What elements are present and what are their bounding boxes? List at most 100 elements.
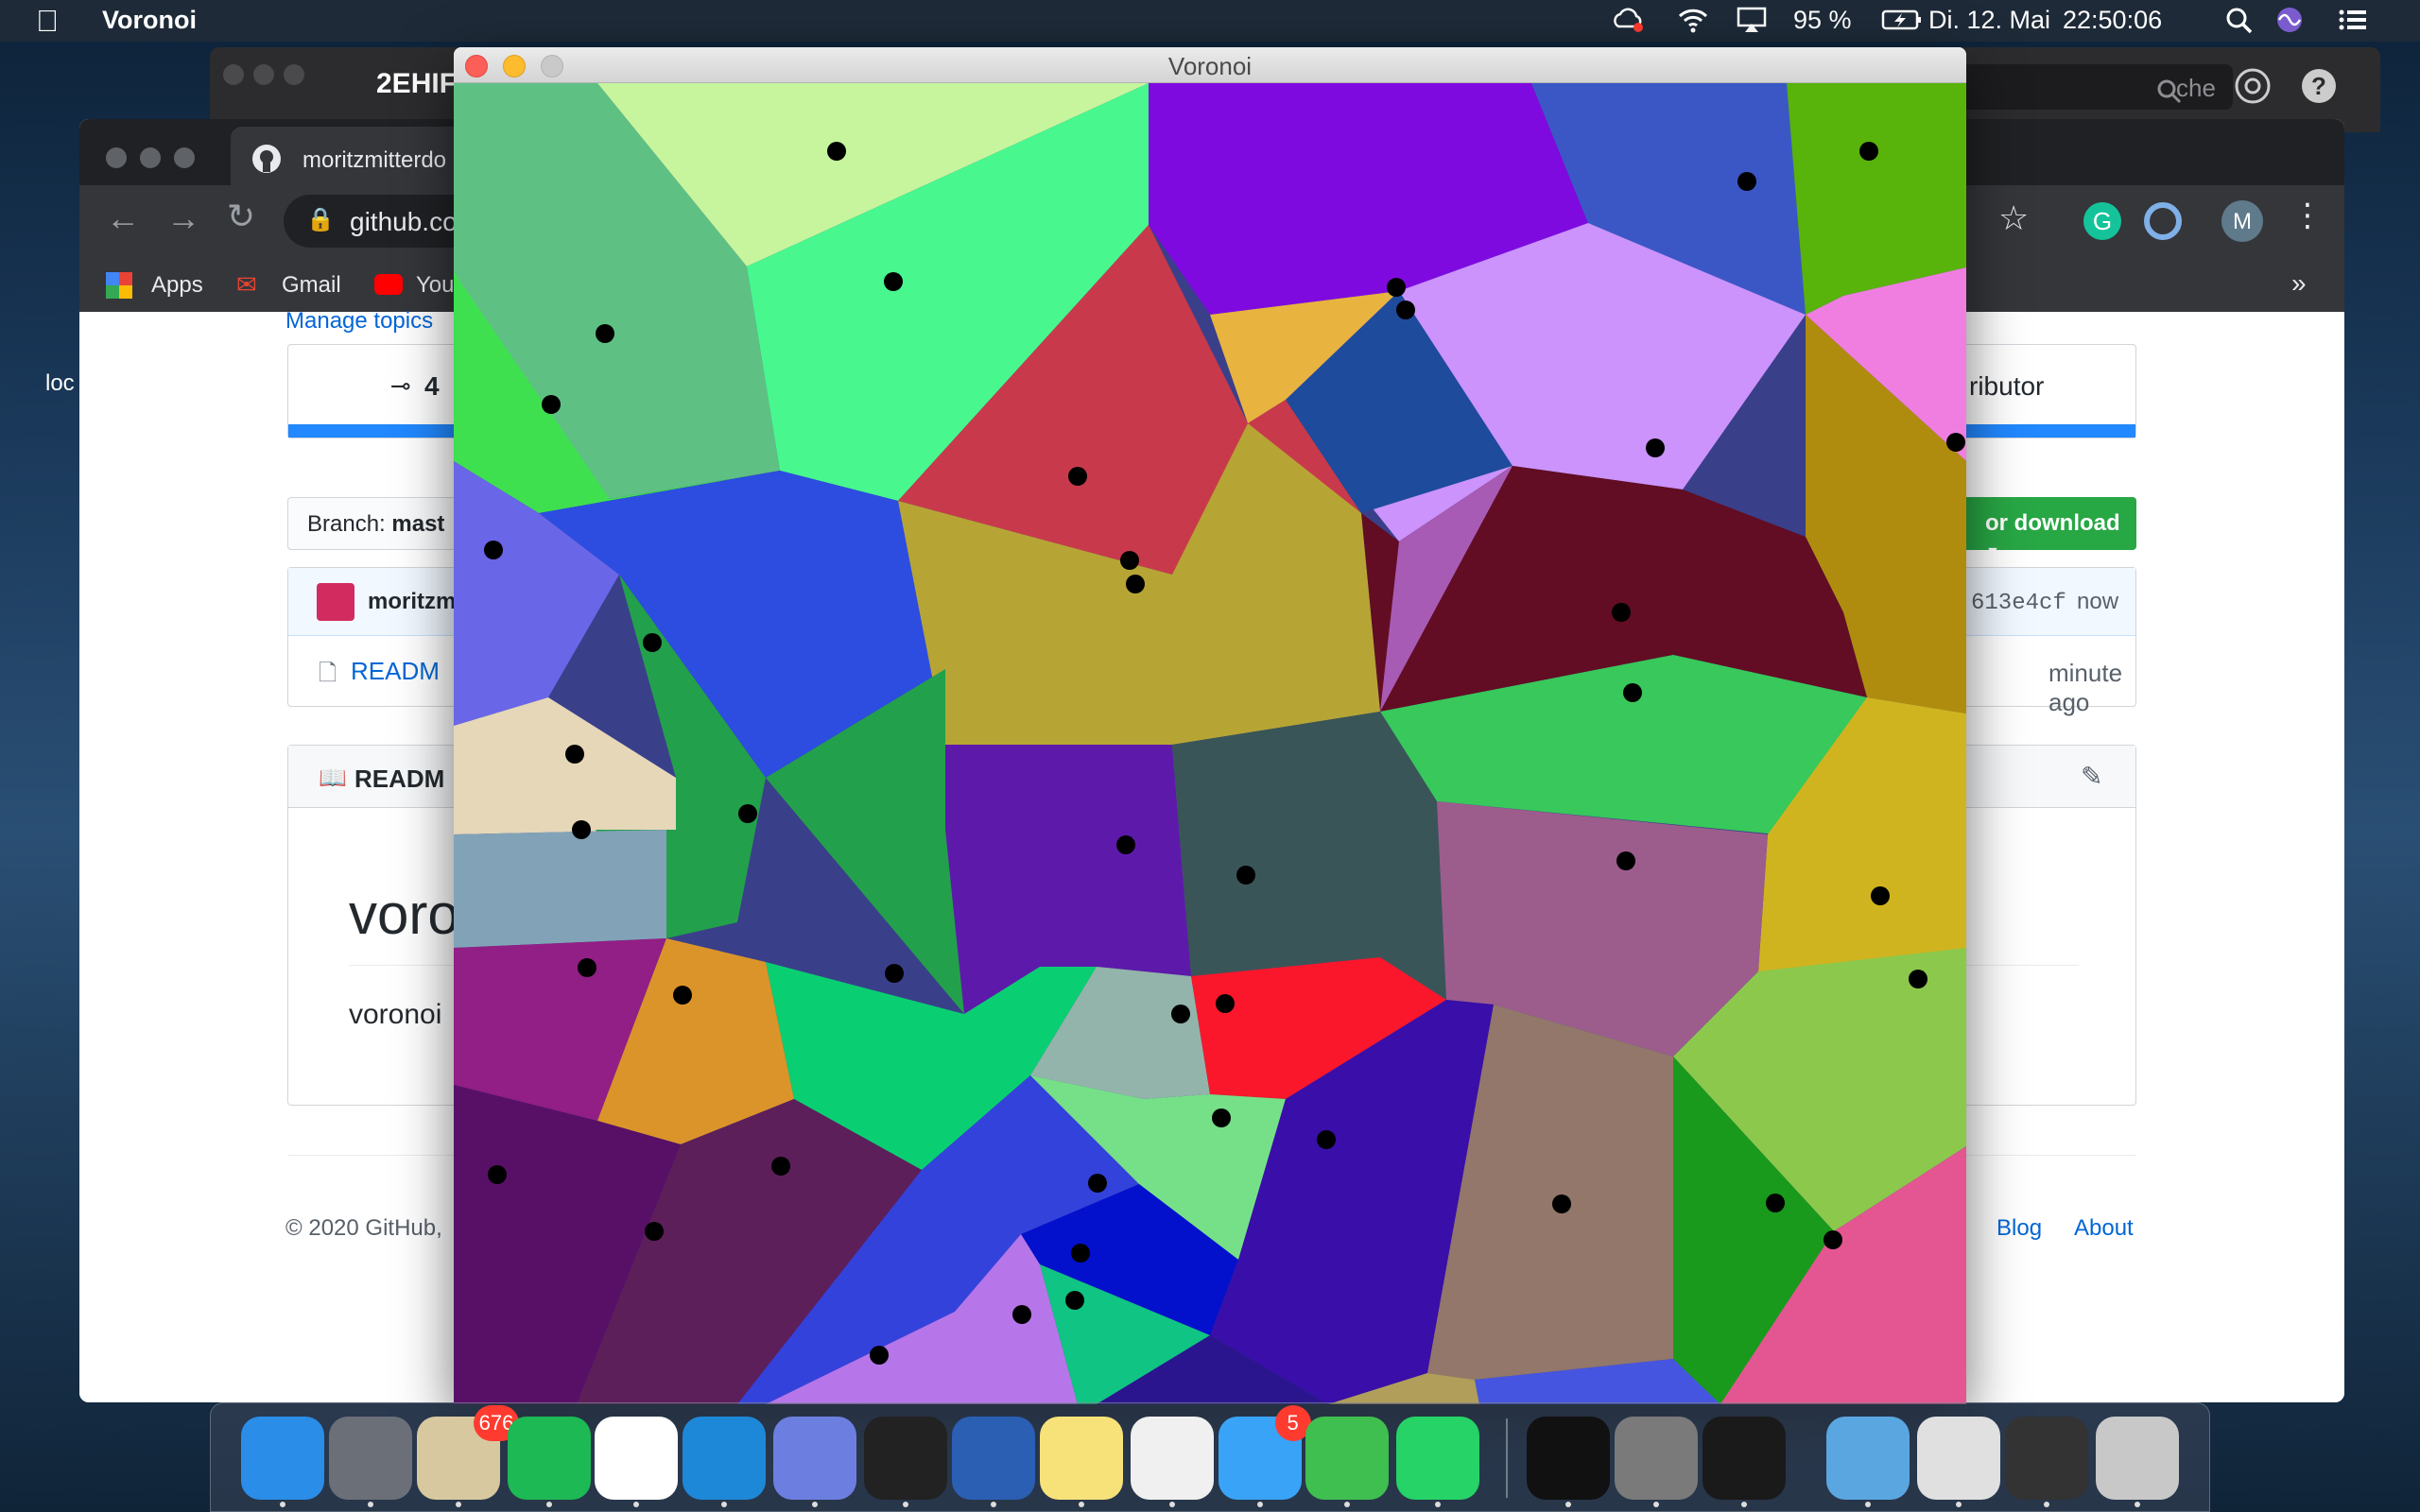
profile-avatar[interactable]: M: [2221, 200, 2263, 242]
author-avatar[interactable]: [317, 583, 354, 621]
bookmarks-overflow-icon[interactable]: »: [2291, 268, 2307, 299]
battery-icon[interactable]: [1881, 6, 1923, 34]
help-icon[interactable]: ?: [2299, 66, 2339, 106]
dock-vs-code-icon[interactable]: [683, 1417, 767, 1500]
dock-discord-icon[interactable]: [773, 1417, 857, 1500]
dock-document-icon[interactable]: [1916, 1417, 2000, 1500]
footer-link-about[interactable]: About: [2074, 1215, 2134, 1242]
dock-running-indicator: [2134, 1502, 2140, 1507]
download-button[interactable]: or download ▼: [1961, 497, 2136, 560]
dock-p3-icon[interactable]: [1527, 1417, 1610, 1500]
dock-running-indicator: [1652, 1502, 1659, 1507]
airplay-icon[interactable]: [1736, 6, 1768, 34]
dock-running-indicator: [903, 1502, 909, 1507]
bookmark-youtube[interactable]: You: [416, 272, 455, 299]
branch-label: Branch:: [307, 511, 386, 537]
dock-folder-icon[interactable]: [1825, 1417, 1910, 1500]
lock-icon: 🔒: [306, 207, 335, 232]
commit-hash[interactable]: 613e4cf: [1971, 591, 2066, 616]
svg-text:?: ?: [2311, 72, 2326, 100]
dock-calculator-icon[interactable]: [1614, 1417, 1698, 1500]
close-button[interactable]: [465, 55, 488, 77]
file-icon: 🗋: [319, 661, 337, 686]
dock-whatsapp-icon[interactable]: [1396, 1417, 1480, 1500]
dock-word-icon[interactable]: [952, 1417, 1035, 1500]
bookmark-star-icon[interactable]: ☆: [1998, 198, 2029, 238]
dock-finder-icon[interactable]: [241, 1417, 324, 1500]
minimize-button[interactable]: [503, 55, 526, 77]
menu-date[interactable]: Di. 12. Mai: [1928, 6, 2050, 35]
book-icon: 📖: [319, 765, 347, 791]
dock-launchpad-icon[interactable]: [328, 1417, 412, 1500]
dock-running-indicator: [812, 1502, 819, 1507]
dock-facetime-icon[interactable]: [1305, 1417, 1390, 1500]
gmail-icon: ✉: [236, 270, 257, 299]
voronoi-window[interactable]: Voronoi: [454, 47, 1966, 1404]
menu-clock[interactable]: 22:50:06: [2063, 6, 2162, 35]
dock-photos-icon[interactable]: [1130, 1417, 1214, 1500]
window-title: 2EHIF: [376, 68, 458, 99]
wifi-icon[interactable]: [1677, 6, 1709, 34]
search-icon[interactable]: [2155, 77, 2184, 106]
dock-running-indicator: [1864, 1502, 1871, 1507]
dock-spotify-icon[interactable]: [507, 1417, 591, 1500]
back-arrow-icon[interactable]: ←: [106, 198, 140, 238]
contributor-label[interactable]: ributor: [1969, 371, 2044, 402]
control-center-icon[interactable]: [2337, 6, 2369, 34]
dock-running-indicator: [280, 1502, 285, 1507]
dock-running-indicator: [1256, 1502, 1263, 1507]
battery-percentage: 95 %: [1793, 6, 1852, 34]
commit-count[interactable]: 4: [424, 371, 440, 402]
dock-running-indicator: [1955, 1502, 1962, 1507]
mention-icon[interactable]: [2233, 66, 2273, 106]
footer-link-blog[interactable]: Blog: [1996, 1215, 2042, 1242]
url-text: github.co: [350, 207, 458, 236]
footer-copyright: © 2020 GitHub,: [285, 1215, 442, 1241]
dock-running-indicator: [1078, 1502, 1084, 1507]
voronoi-window-title: Voronoi: [1167, 52, 1253, 80]
caret-down-icon: ▼: [1985, 544, 2000, 560]
readme-file-link[interactable]: READM: [351, 657, 440, 686]
grammarly-icon[interactable]: G: [2083, 202, 2121, 240]
siri-icon[interactable]: [2273, 6, 2306, 34]
dock-notes-icon[interactable]: [1039, 1417, 1123, 1500]
more-menu-icon[interactable]: ⋮: [2291, 197, 2324, 234]
dock-running-indicator: [367, 1502, 373, 1507]
apps-grid-icon[interactable]: [106, 272, 132, 299]
commits-icon: ⊸: [390, 371, 411, 400]
download-label: or download: [1985, 510, 2120, 536]
bookmark-gmail[interactable]: Gmail: [282, 272, 341, 299]
dock-running-indicator: [1435, 1502, 1442, 1507]
reload-icon[interactable]: ↻: [227, 197, 255, 236]
apple-icon[interactable]: : [36, 4, 59, 39]
dock-screen-icon[interactable]: [2004, 1417, 2088, 1500]
voronoi-title-bar[interactable]: Voronoi: [454, 47, 1966, 83]
bookmark-apps[interactable]: Apps: [151, 272, 203, 299]
edit-pencil-icon[interactable]: ✎: [2081, 761, 2102, 792]
voronoi-canvas[interactable]: [454, 83, 1966, 1404]
commit-author[interactable]: moritzm: [368, 589, 456, 615]
dock-trash-icon[interactable]: [2095, 1417, 2179, 1500]
manage-topics-link[interactable]: Manage topics: [285, 308, 433, 335]
branch-name: mast: [391, 511, 445, 537]
readme-title: voro: [349, 883, 459, 946]
dock-terminal-icon[interactable]: [864, 1417, 948, 1500]
dock-player-icon[interactable]: [1702, 1417, 1786, 1500]
dock-running-indicator: [633, 1502, 640, 1507]
menu-bar:  Voronoi 95 % Di. 12. Mai 22:50:06: [0, 0, 2420, 42]
dock: 676 5: [210, 1402, 2210, 1512]
dock-chrome-icon[interactable]: [595, 1417, 679, 1500]
spotlight-icon[interactable]: [2223, 6, 2256, 34]
creative-cloud-icon[interactable]: [1613, 6, 1645, 34]
github-icon: [252, 145, 281, 173]
dock-running-indicator: [545, 1502, 552, 1507]
forward-arrow-icon[interactable]: →: [166, 198, 200, 238]
active-app-name[interactable]: Voronoi: [102, 6, 197, 35]
zoom-button[interactable]: [541, 55, 563, 77]
extension-icon[interactable]: [2144, 202, 2182, 240]
readme-header: READM: [354, 765, 445, 793]
readme-body: voronoi: [349, 999, 442, 1030]
branch-select[interactable]: Branch: mast: [287, 497, 476, 550]
dock-running-indicator: [1168, 1502, 1175, 1507]
desktop-label[interactable]: loc: [45, 370, 75, 397]
